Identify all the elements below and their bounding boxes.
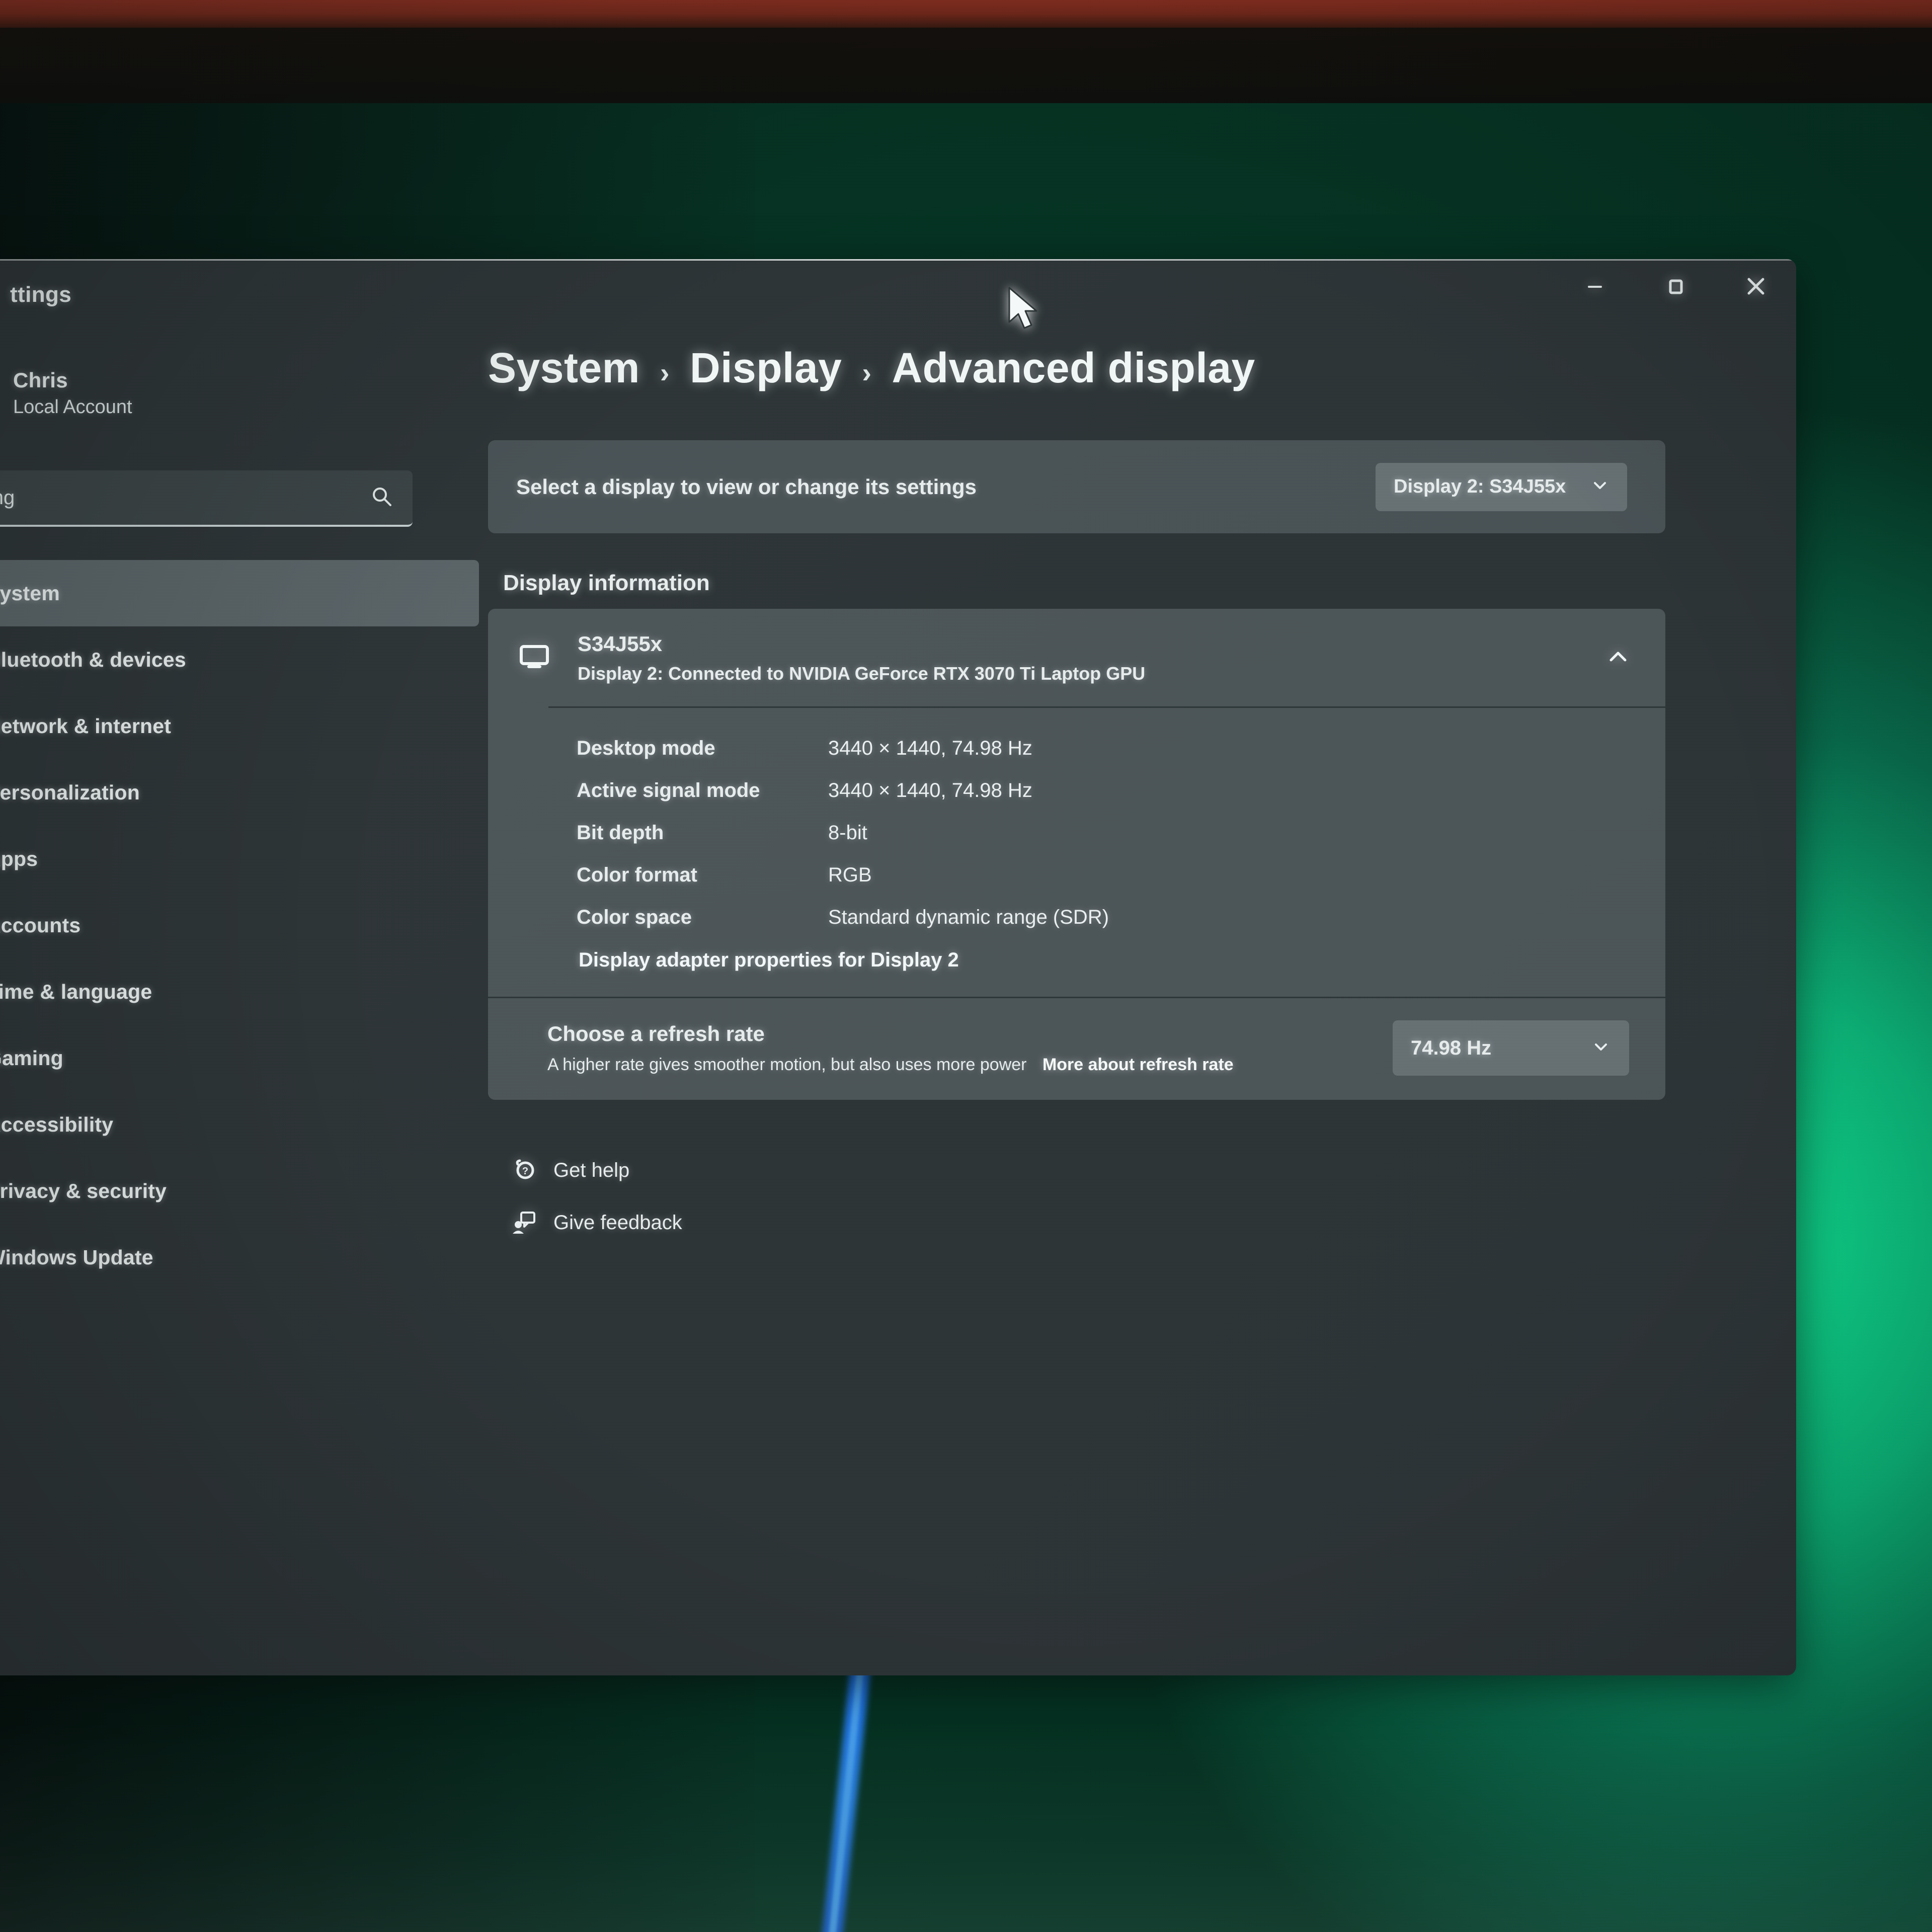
breadcrumb-display[interactable]: Display xyxy=(690,344,842,392)
get-help-label: Get help xyxy=(553,1159,630,1181)
detail-row: Color space Standard dynamic range (SDR) xyxy=(488,896,1665,938)
main-content: System › Display › Advanced display Sele… xyxy=(488,330,1796,1675)
detail-key: Color format xyxy=(577,863,697,886)
refresh-rate-description: A higher rate gives smoother motion, but… xyxy=(547,1055,1027,1074)
sidebar-label: System xyxy=(0,581,60,605)
monitor-icon xyxy=(516,639,552,678)
sidebar-label: Gaming xyxy=(0,1046,63,1070)
detail-value: 3440 × 1440, 74.98 Hz xyxy=(828,779,1032,801)
breadcrumb: System › Display › Advanced display xyxy=(488,344,1665,419)
refresh-rate-title: Choose a refresh rate xyxy=(547,1021,765,1045)
settings-window: ttings Chris Local Account a setting yst… xyxy=(0,259,1796,1675)
refresh-rate-value: 74.98 Hz xyxy=(1411,1036,1492,1059)
detail-value: Standard dynamic range (SDR) xyxy=(828,906,1109,928)
more-about-refresh-rate-link[interactable]: More about refresh rate xyxy=(1042,1055,1234,1074)
detail-row: Desktop mode 3440 × 1440, 74.98 Hz xyxy=(488,727,1665,769)
sidebar-label: Privacy & security xyxy=(0,1179,167,1202)
detail-row: Color format RGB xyxy=(488,854,1665,896)
display-select-card: Select a display to view or change its s… xyxy=(488,440,1665,533)
wall-background xyxy=(0,0,1932,30)
give-feedback-link[interactable]: Give feedback xyxy=(500,1196,1665,1249)
breadcrumb-separator: › xyxy=(862,357,872,388)
sidebar-item-time-language[interactable]: Time & language xyxy=(0,958,479,1025)
detail-value: RGB xyxy=(828,863,872,886)
sidebar-label: Network & internet xyxy=(0,714,172,738)
search-icon xyxy=(369,484,394,512)
display-select-dropdown[interactable]: Display 2: S34J55x xyxy=(1376,462,1627,511)
detail-row: Bit depth 8-bit xyxy=(488,812,1665,854)
sidebar-label: Accessibility xyxy=(0,1112,114,1136)
give-feedback-label: Give feedback xyxy=(553,1211,682,1234)
sidebar-item-apps[interactable]: Apps xyxy=(0,826,479,892)
sidebar-item-accounts[interactable]: Accounts xyxy=(0,892,479,958)
refresh-rate-dropdown[interactable]: 74.98 Hz xyxy=(1393,1020,1629,1076)
search-box[interactable] xyxy=(0,470,413,527)
search-input[interactable] xyxy=(0,486,359,509)
detail-value: 8-bit xyxy=(828,821,867,844)
chevron-up-icon[interactable] xyxy=(1604,643,1632,674)
sidebar-item-network-internet[interactable]: Network & internet xyxy=(0,693,479,759)
sidebar: Chris Local Account System xyxy=(0,330,488,1675)
sidebar-nav: System Bluetooth & devices Network & int… xyxy=(0,560,488,1291)
detail-value: 3440 × 1440, 74.98 Hz xyxy=(828,737,1032,759)
minimize-button[interactable] xyxy=(1555,259,1635,313)
sidebar-label: Accounts xyxy=(0,913,81,937)
monitor-bezel xyxy=(0,28,1932,113)
maximize-button[interactable] xyxy=(1635,259,1716,313)
mouse-pointer-icon xyxy=(1006,286,1041,337)
display-info-connection: Display 2: Connected to NVIDIA GeForce R… xyxy=(578,663,1146,684)
sidebar-label: Personalization xyxy=(0,780,140,804)
display-select-value: Display 2: S34J55x xyxy=(1394,476,1566,497)
breadcrumb-separator: › xyxy=(660,357,670,388)
display-select-label: Select a display to view or change its s… xyxy=(516,474,977,499)
window-title: ttings xyxy=(10,282,72,307)
sidebar-label: Windows Update xyxy=(0,1245,153,1269)
user-profile[interactable]: Chris Local Account xyxy=(0,343,488,443)
sidebar-item-windows-update[interactable]: Windows Update xyxy=(0,1224,479,1291)
detail-key: Active signal mode xyxy=(577,779,760,801)
detail-key: Desktop mode xyxy=(577,737,715,759)
breadcrumb-system[interactable]: System xyxy=(488,344,640,392)
sidebar-label: Time & language xyxy=(0,980,152,1003)
display-adapter-properties-link[interactable]: Display adapter properties for Display 2 xyxy=(488,938,1665,982)
help-icon: ? xyxy=(500,1156,548,1184)
profile-name: Chris xyxy=(13,368,68,392)
screen-glare xyxy=(0,1721,1932,1932)
display-info-header[interactable]: S34J55x Display 2: Connected to NVIDIA G… xyxy=(488,609,1665,706)
footer-links: ? Get help Give feedback xyxy=(488,1144,1665,1249)
sidebar-item-gaming[interactable]: Gaming xyxy=(0,1025,479,1091)
title-bar[interactable]: ttings xyxy=(0,259,1796,330)
sidebar-item-system[interactable]: System xyxy=(0,560,479,626)
display-detail-list: Desktop mode 3440 × 1440, 74.98 Hz Activ… xyxy=(488,708,1665,997)
display-info-name: S34J55x xyxy=(578,632,663,656)
chevron-down-icon xyxy=(1590,475,1610,498)
display-information-card: S34J55x Display 2: Connected to NVIDIA G… xyxy=(488,609,1665,1100)
section-title-display-information: Display information xyxy=(503,571,710,595)
sidebar-item-bluetooth-devices[interactable]: Bluetooth & devices xyxy=(0,626,479,693)
sidebar-label: Apps xyxy=(0,847,38,870)
page-title: Advanced display xyxy=(892,344,1255,391)
sidebar-item-personalization[interactable]: Personalization xyxy=(0,759,479,826)
sidebar-label: Bluetooth & devices xyxy=(0,648,186,671)
close-button[interactable] xyxy=(1716,259,1796,313)
refresh-rate-card: Choose a refresh rate A higher rate give… xyxy=(488,998,1665,1100)
detail-row: Active signal mode 3440 × 1440, 74.98 Hz xyxy=(488,769,1665,812)
sidebar-item-accessibility[interactable]: Accessibility xyxy=(0,1091,479,1158)
chevron-down-icon xyxy=(1591,1037,1611,1060)
search-container xyxy=(0,470,413,527)
get-help-link[interactable]: ? Get help xyxy=(500,1144,1665,1196)
svg-text:?: ? xyxy=(522,1166,528,1177)
detail-key: Color space xyxy=(577,906,692,928)
profile-account-type: Local Account xyxy=(13,396,132,418)
window-controls xyxy=(1555,259,1796,314)
feedback-icon xyxy=(500,1209,548,1237)
sidebar-item-privacy-security[interactable]: Privacy & security xyxy=(0,1158,479,1224)
detail-key: Bit depth xyxy=(577,821,664,844)
